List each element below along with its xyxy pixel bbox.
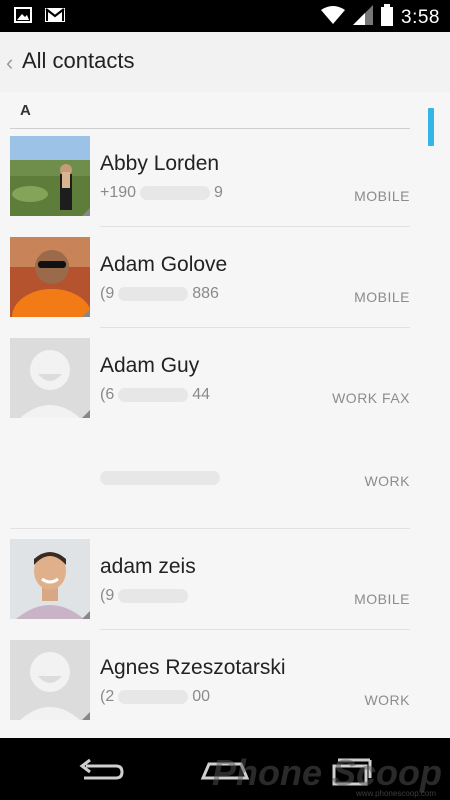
redacted	[118, 588, 189, 603]
phone-type: MOBILE	[354, 289, 410, 305]
list-item[interactable]: Agnes Rzeszotarski (2 00 WORK	[0, 630, 420, 731]
contact-name: adam zeis	[100, 555, 196, 578]
contact-name: Abby Lorden	[100, 152, 220, 175]
contact-phone: (9	[100, 587, 192, 605]
back-icon[interactable]	[70, 752, 130, 788]
contact-photo[interactable]	[10, 539, 90, 619]
section-header: A	[20, 102, 31, 119]
redacted	[140, 185, 211, 200]
phone-prefix: +190	[100, 184, 137, 201]
phone-suffix: 9	[214, 184, 223, 201]
notification-icons	[14, 7, 66, 28]
default-avatar-icon[interactable]	[10, 338, 90, 418]
contact-phone: (6 44	[100, 386, 210, 404]
wifi-icon	[321, 5, 346, 30]
contacts-list[interactable]: A Abby Lorden +190 9 MOBILE Adam Golove …	[0, 92, 450, 738]
chevron-left-icon[interactable]: ‹	[6, 50, 13, 76]
navigation-bar: Phone Scoop www.phonescoop.com	[0, 738, 450, 800]
gallery-notification-icon	[14, 7, 32, 28]
status-bar: 3:58	[0, 0, 450, 32]
contact-phone	[100, 469, 224, 487]
phone-prefix: (6	[100, 386, 115, 403]
watermark-url: www.phonescoop.com	[355, 789, 436, 798]
contact-phone: (9 886	[100, 285, 219, 303]
phone-type: MOBILE	[354, 591, 410, 607]
gmail-notification-icon	[44, 7, 66, 28]
watermark: Phone Scoop	[211, 752, 442, 793]
phone-prefix: (9	[100, 587, 115, 604]
redacted	[100, 470, 220, 485]
contact-phone: +190 9	[100, 184, 223, 202]
battery-icon	[381, 4, 394, 31]
signal-icon	[353, 5, 374, 30]
contact-name: Agnes Rzeszotarski	[100, 656, 286, 679]
contact-photo[interactable]	[10, 136, 90, 216]
list-item[interactable]: Adam Golove (9 886 MOBILE	[0, 227, 420, 328]
contact-phone: (2 00	[100, 688, 210, 706]
list-item[interactable]: Abby Lorden +190 9 MOBILE	[0, 126, 420, 227]
list-item[interactable]: WORK	[0, 429, 420, 529]
phone-type: WORK	[364, 692, 410, 708]
redacted	[118, 689, 189, 704]
list-item[interactable]: adam zeis (9 MOBILE	[0, 529, 420, 630]
phone-type: WORK	[364, 473, 410, 489]
phone-suffix: 44	[192, 386, 211, 403]
phone-type: WORK FAX	[332, 390, 410, 406]
clock: 3:58	[401, 6, 440, 28]
default-avatar-icon[interactable]	[10, 640, 90, 720]
redacted	[118, 387, 189, 402]
scrollbar-thumb[interactable]	[428, 108, 434, 146]
redacted	[118, 286, 189, 301]
contact-name: Adam Guy	[100, 354, 200, 377]
phone-prefix: (9	[100, 285, 115, 302]
page-title[interactable]: All contacts	[22, 48, 135, 74]
contact-name: Adam Golove	[100, 253, 228, 276]
phone-prefix: (2	[100, 688, 115, 705]
system-indicators: 3:58	[321, 4, 440, 31]
phone-type: MOBILE	[354, 188, 410, 204]
phone-suffix: 00	[192, 688, 211, 705]
action-bar: ‹ All contacts	[0, 32, 450, 93]
list-item[interactable]: Adam Guy (6 44 WORK FAX	[0, 328, 420, 429]
phone-suffix: 886	[192, 285, 219, 302]
contact-photo[interactable]	[10, 237, 90, 317]
